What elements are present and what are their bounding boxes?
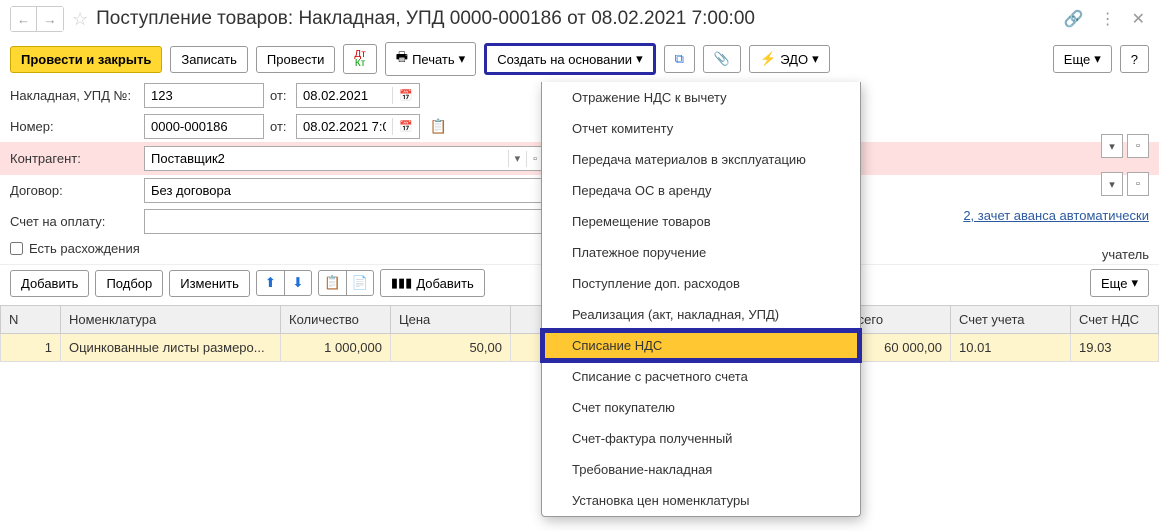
copy-button[interactable]: 📋	[318, 270, 346, 296]
menu-item[interactable]: Передача материалов в эксплуатацию	[542, 144, 860, 175]
close-icon[interactable]: ✕	[1128, 9, 1149, 29]
favorite-star-icon[interactable]: ☆	[72, 9, 88, 30]
date1-input[interactable]	[297, 84, 392, 107]
schet-oplatu-input[interactable]	[145, 210, 543, 233]
col-acct[interactable]: Счет учета	[951, 306, 1071, 334]
col-qty[interactable]: Количество	[281, 306, 391, 334]
menu-item[interactable]: Требование-накладная	[542, 454, 860, 485]
label-schet-oplatu: Счет на оплату:	[10, 214, 138, 229]
save-button[interactable]: Записать	[170, 46, 248, 73]
label-from1: от:	[270, 88, 290, 103]
col-price[interactable]: Цена	[391, 306, 511, 334]
calendar-icon[interactable]: 📅	[392, 87, 419, 104]
dtkt-button[interactable]: ДтКт	[343, 44, 376, 74]
print-button[interactable]: 🖶 Печать ▾	[385, 42, 476, 76]
attach-button[interactable]: 📎	[703, 45, 741, 73]
menu-item[interactable]: Передача ОС в аренду	[542, 175, 860, 206]
page-title: Поступление товаров: Накладная, УПД 0000…	[96, 8, 1052, 30]
cell-price[interactable]: 50,00	[391, 334, 511, 362]
link-icon[interactable]: 🔗	[1060, 9, 1088, 29]
table-pick-button[interactable]: Подбор	[95, 270, 163, 297]
create-based-on-button[interactable]: Создать на основании ▾	[484, 43, 655, 75]
kontragent-input[interactable]	[145, 147, 508, 170]
open-icon[interactable]: ▫	[1127, 172, 1149, 196]
datetime-input[interactable]	[297, 115, 392, 138]
post-button[interactable]: Провести	[256, 46, 336, 73]
move-up-button[interactable]: ⬆	[256, 270, 284, 296]
table-more-button[interactable]: Еще ▾	[1090, 269, 1149, 297]
post-and-close-button[interactable]: Провести и закрыть	[10, 46, 162, 73]
edo-button[interactable]: ⚡ ЭДО ▾	[749, 45, 830, 73]
menu-item[interactable]: Списание с расчетного счета	[542, 361, 860, 392]
col-nom[interactable]: Номенклатура	[61, 306, 281, 334]
cell-nom[interactable]: Оцинкованные листы размеро...	[61, 334, 281, 362]
partial-text: учатель	[1102, 247, 1149, 262]
cell-acct[interactable]: 10.01	[951, 334, 1071, 362]
dogovor-input[interactable]	[145, 179, 543, 202]
menu-item[interactable]: Поступление доп. расходов	[542, 268, 860, 299]
nav-back-button[interactable]: ←	[11, 7, 37, 31]
label-kontragent: Контрагент:	[10, 151, 138, 166]
menu-item[interactable]: Платежное поручение	[542, 237, 860, 268]
hierarchy-button[interactable]: ⧉	[664, 45, 695, 73]
nav-fwd-button[interactable]: →	[37, 7, 63, 31]
nomer-input[interactable]	[144, 114, 264, 139]
menu-item[interactable]: Отражение НДС к вычету	[542, 82, 860, 113]
label-discrepancy: Есть расхождения	[29, 241, 140, 256]
col-n[interactable]: N	[1, 306, 61, 334]
menu-item[interactable]: Счет покупателю	[542, 392, 860, 423]
dropdown-icon[interactable]: ▾	[508, 150, 527, 167]
more-icon[interactable]: ⋮	[1096, 9, 1120, 29]
label-nomer: Номер:	[10, 119, 138, 134]
menu-item[interactable]: Отчет комитенту	[542, 113, 860, 144]
label-from2: от:	[270, 119, 290, 134]
move-down-button[interactable]: ⬇	[284, 270, 312, 296]
cell-nds-acct[interactable]: 19.03	[1071, 334, 1159, 362]
new-day-icon[interactable]: 📋	[430, 118, 447, 135]
dropdown-icon[interactable]: ▾	[1101, 134, 1123, 158]
open-icon[interactable]: ▫	[1127, 134, 1149, 158]
label-upd-no: Накладная, УПД №:	[10, 88, 138, 103]
menu-item[interactable]: Реализация (акт, накладная, УПД)	[542, 299, 860, 330]
col-nds-acct[interactable]: Счет НДС	[1071, 306, 1159, 334]
calendar-icon[interactable]: 📅	[392, 118, 419, 135]
add-by-barcode-button[interactable]: ▮▮▮ Добавить	[380, 269, 485, 297]
menu-item[interactable]: Установка цен номенклатуры	[542, 485, 860, 516]
more-button[interactable]: Еще ▾	[1053, 45, 1112, 73]
table-add-button[interactable]: Добавить	[10, 270, 89, 297]
menu-item[interactable]: Перемещение товаров	[542, 206, 860, 237]
menu-item[interactable]: Счет-фактура полученный	[542, 423, 860, 454]
avans-link[interactable]: 2, зачет аванса автоматически	[963, 208, 1149, 223]
create-based-on-menu: Отражение НДС к вычетуОтчет комитентуПер…	[541, 82, 861, 517]
paste-button[interactable]: 📄	[346, 270, 374, 296]
upd-no-input[interactable]	[144, 83, 264, 108]
cell-n[interactable]: 1	[1, 334, 61, 362]
discrepancy-checkbox[interactable]	[10, 242, 23, 255]
table-change-button[interactable]: Изменить	[169, 270, 250, 297]
label-dogovor: Договор:	[10, 183, 138, 198]
cell-qty[interactable]: 1 000,000	[281, 334, 391, 362]
menu-item[interactable]: Списание НДС	[542, 330, 860, 361]
dropdown-icon[interactable]: ▾	[1101, 172, 1123, 196]
help-button[interactable]: ?	[1120, 45, 1149, 73]
